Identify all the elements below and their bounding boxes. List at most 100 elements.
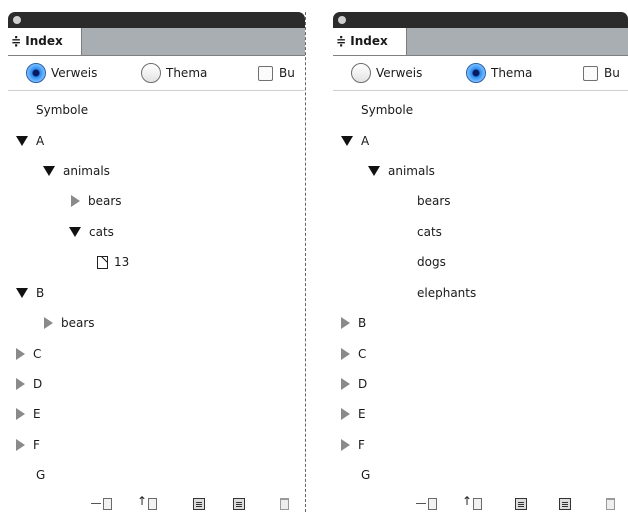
generate-index-icon[interactable] (515, 495, 527, 510)
radio-verweis[interactable]: Verweis (351, 62, 422, 84)
generate-index-icon[interactable] (193, 495, 205, 510)
tree-item[interactable]: D (341, 374, 367, 394)
disclosure-collapsed-icon[interactable] (341, 317, 350, 329)
disclosure-expanded-icon[interactable] (16, 136, 28, 146)
tree-item[interactable]: dogs (417, 252, 446, 272)
update-preview-icon[interactable]: ↑ (462, 495, 483, 510)
disclosure-collapsed-icon[interactable] (341, 408, 350, 420)
disclosure-expanded-icon[interactable] (69, 227, 81, 237)
tree-item-label: C (33, 347, 42, 361)
tree-item-label: bears (417, 194, 451, 208)
tree-item-label: animals (63, 164, 110, 178)
panel-title-bar[interactable] (333, 12, 628, 28)
new-entry-icon[interactable] (233, 495, 245, 510)
tree-item[interactable]: F (16, 435, 40, 455)
update-preview-icon[interactable]: ↑ (137, 495, 158, 510)
tree-item[interactable]: G (36, 465, 45, 485)
tree-item[interactable]: B (16, 283, 44, 303)
tree-item-label: F (358, 438, 365, 452)
tree-item-label: cats (89, 225, 114, 239)
tree-item-label: elephants (417, 286, 477, 300)
checkbox-icon[interactable] (258, 65, 273, 81)
tree-item[interactable]: A (341, 131, 369, 151)
tree-item[interactable]: bears (44, 313, 95, 333)
tree-item[interactable]: B (341, 313, 366, 333)
tree-item[interactable]: elephants (417, 283, 476, 303)
panel-toolbar: ↑ (8, 492, 305, 512)
tree-item-label: 13 (114, 255, 130, 269)
tree-item-label: bears (61, 316, 95, 330)
tree-item[interactable]: E (341, 404, 366, 424)
tree-item-label: Symbole (361, 103, 414, 117)
disclosure-expanded-icon[interactable] (43, 166, 55, 176)
radio-verweis-icon[interactable] (26, 63, 46, 83)
tree-item-label: E (33, 407, 41, 421)
radio-thema[interactable]: Thema (141, 62, 207, 84)
checkbox-bu[interactable]: Bu (258, 62, 295, 84)
delete-icon[interactable] (280, 495, 289, 510)
disclosure-collapsed-icon[interactable] (44, 317, 53, 329)
tree-item[interactable]: A (16, 131, 44, 151)
disclosure-collapsed-icon[interactable] (341, 348, 350, 360)
tree-item[interactable]: animals (368, 161, 435, 181)
tree-item[interactable]: bears (417, 191, 451, 211)
disclosure-collapsed-icon[interactable] (16, 439, 25, 451)
go-to-selected-marker-icon[interactable] (91, 495, 112, 510)
disclosure-expanded-icon[interactable] (368, 166, 380, 176)
tree-item[interactable]: C (341, 344, 366, 364)
tree-item[interactable]: 13 (97, 252, 129, 272)
disclosure-collapsed-icon[interactable] (341, 378, 350, 390)
radio-verweis-label: Verweis (51, 66, 98, 80)
index-panel-right: ≑ Index Verweis Thema Bu Symbole A anima… (333, 12, 628, 512)
tab-index-label: Index (350, 34, 388, 48)
tree-item[interactable]: Symbole (36, 100, 88, 120)
tab-index[interactable]: ≑ Index (333, 28, 407, 55)
tab-arrows-icon: ≑ (11, 34, 22, 48)
radio-thema-icon[interactable] (466, 63, 486, 83)
close-icon[interactable] (13, 16, 21, 24)
checkbox-icon[interactable] (583, 65, 598, 81)
close-icon[interactable] (338, 16, 346, 24)
disclosure-collapsed-icon[interactable] (16, 408, 25, 420)
tree-item[interactable]: cats (417, 222, 442, 242)
tree-item-label: B (36, 286, 45, 300)
tree-item[interactable]: Symbole (361, 100, 413, 120)
tree-item-label: cats (417, 225, 442, 239)
tree-item-label: G (361, 468, 371, 482)
radio-verweis-icon[interactable] (351, 63, 371, 83)
tree-item-label: F (33, 438, 40, 452)
new-entry-icon[interactable] (559, 495, 571, 510)
disclosure-expanded-icon[interactable] (341, 136, 353, 146)
tree-item[interactable]: bears (71, 191, 122, 211)
tab-index[interactable]: ≑ Index (8, 28, 82, 55)
tree-item-label: D (33, 377, 43, 391)
radio-thema[interactable]: Thema (466, 62, 532, 84)
tree-item[interactable]: D (16, 374, 42, 394)
disclosure-collapsed-icon[interactable] (16, 348, 25, 360)
tree-item-label: A (36, 134, 45, 148)
disclosure-collapsed-icon[interactable] (341, 439, 350, 451)
tree-item[interactable]: F (341, 435, 365, 455)
disclosure-expanded-icon[interactable] (16, 288, 28, 298)
tree-item[interactable]: G (361, 465, 370, 485)
radio-verweis-label: Verweis (376, 66, 423, 80)
tree-item[interactable]: animals (43, 161, 110, 181)
checkbox-bu[interactable]: Bu (583, 62, 620, 84)
panel-title-bar[interactable] (8, 12, 305, 28)
tree-item[interactable]: cats (69, 222, 114, 242)
tree-item[interactable]: C (16, 344, 41, 364)
checkbox-bu-label: Bu (604, 66, 620, 80)
disclosure-collapsed-icon[interactable] (16, 378, 25, 390)
radio-thema-label: Thema (166, 66, 208, 80)
disclosure-collapsed-icon[interactable] (71, 195, 80, 207)
radio-verweis[interactable]: Verweis (26, 62, 97, 84)
tree-item-label: E (358, 407, 366, 421)
go-to-selected-marker-icon[interactable] (416, 495, 437, 510)
checkbox-bu-label: Bu (279, 66, 295, 80)
radio-thema-icon[interactable] (141, 63, 161, 83)
tree-item-label: Symbole (36, 103, 89, 117)
view-options: Verweis Thema Bu (8, 56, 305, 91)
delete-icon[interactable] (606, 495, 615, 510)
tree-item[interactable]: E (16, 404, 41, 424)
page-icon (97, 255, 108, 269)
